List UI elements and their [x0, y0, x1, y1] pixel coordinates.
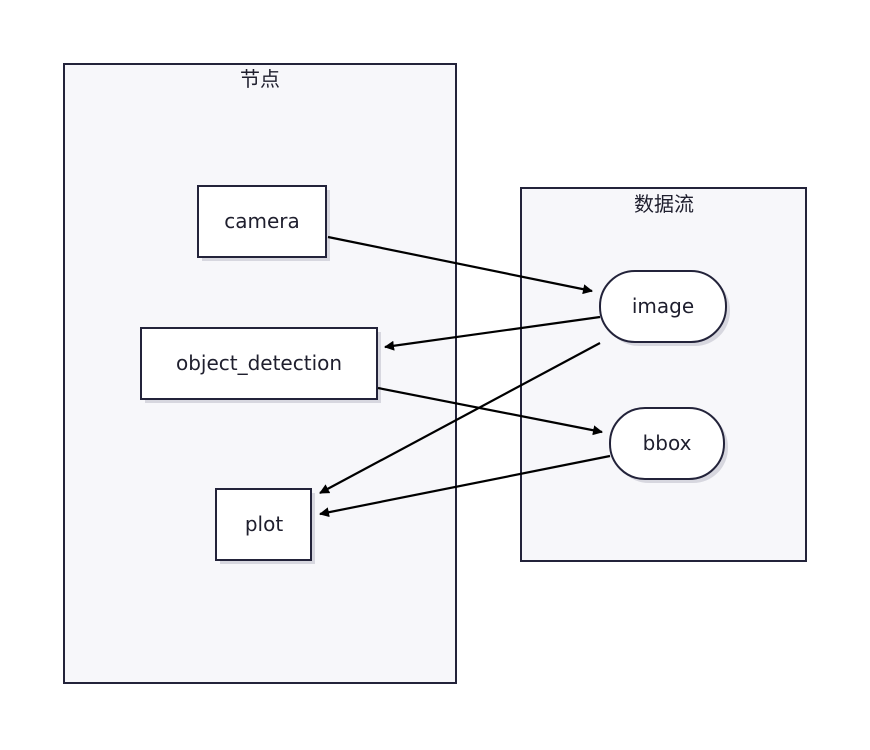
node-bbox-label: bbox [643, 431, 692, 455]
node-object-detection[interactable]: object_detection [140, 327, 381, 403]
cluster-nodes-label: 节点 [240, 67, 280, 91]
node-camera-label: camera [224, 209, 300, 233]
cluster-dataflow: 数据流 [520, 187, 807, 562]
cluster-dataflow-label: 数据流 [634, 192, 694, 216]
node-bbox[interactable]: bbox [609, 407, 728, 483]
node-object-detection-label: object_detection [176, 351, 342, 375]
node-plot-label: plot [245, 512, 283, 536]
node-image[interactable]: image [599, 270, 730, 346]
node-plot[interactable]: plot [215, 488, 315, 564]
node-image-label: image [632, 294, 694, 318]
flow-diagram: 节点 数据流 camera object_detection plot imag… [63, 63, 807, 684]
node-camera[interactable]: camera [197, 185, 330, 261]
